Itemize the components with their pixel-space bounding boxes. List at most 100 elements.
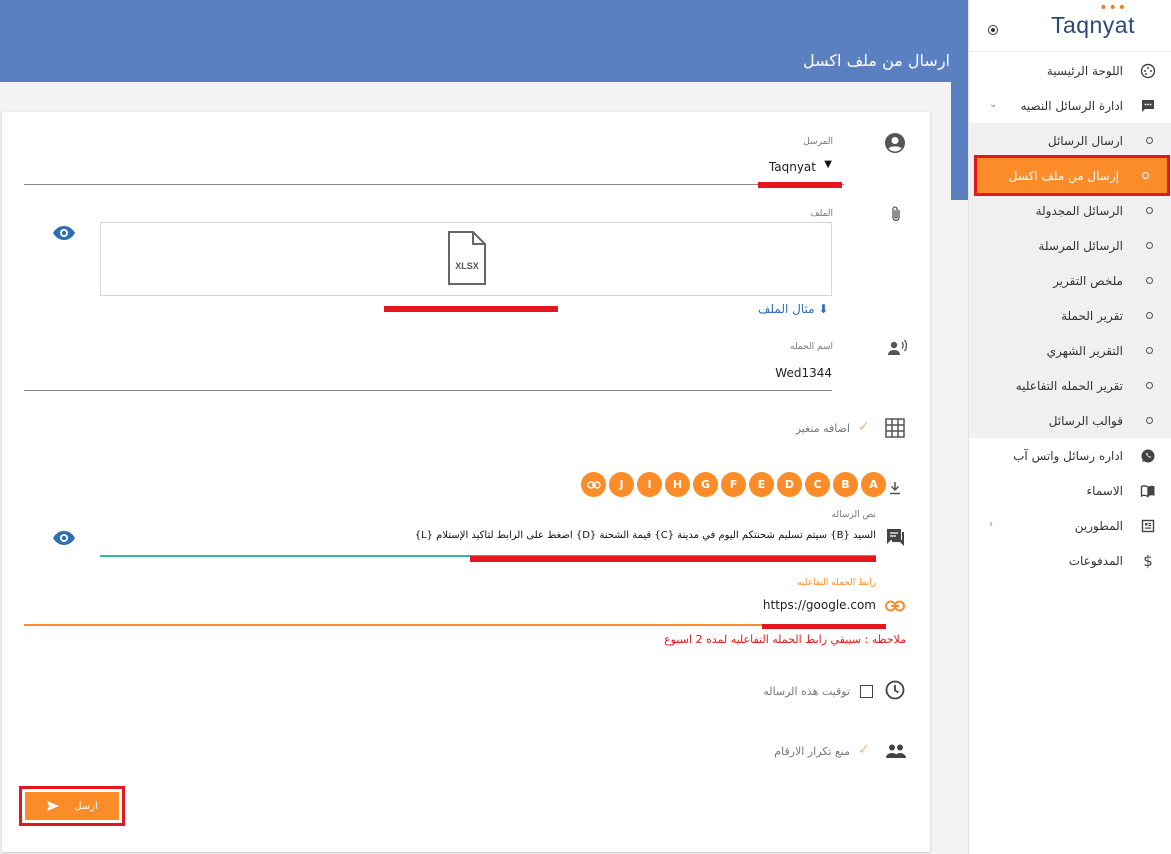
xlsx-file-icon	[448, 231, 486, 285]
submenu-item-interactive-report[interactable]: تقرير الحمله التفاعليه	[969, 368, 1171, 403]
variable-tag[interactable]: A	[861, 472, 886, 497]
eye-icon[interactable]	[51, 224, 77, 242]
eye-icon[interactable]	[51, 529, 77, 547]
highlight-bar	[384, 306, 558, 312]
bullet-icon	[1146, 347, 1153, 354]
header-strip	[951, 0, 968, 200]
send-button[interactable]: ارسل	[19, 786, 125, 826]
submenu-item-send-messages[interactable]: ارسال الرسائل	[969, 123, 1171, 158]
sidebar: ••• Taqnyat اللوحة الرئيسية ⌄ ادارة الرس…	[968, 0, 1171, 854]
link-underline	[24, 624, 876, 626]
add-variable-label: اضافه متغير	[795, 422, 850, 435]
highlight-bar	[758, 182, 842, 188]
file-dropzone[interactable]: XLSX	[100, 222, 832, 296]
tag-label: J	[619, 478, 624, 491]
submenu-item-label: إرسال من ملف اكسل	[1008, 168, 1119, 183]
sidebar-item-dashboard[interactable]: اللوحة الرئيسية	[969, 53, 1171, 88]
dollar-icon: $	[1143, 552, 1153, 570]
grid-icon	[884, 417, 906, 439]
sidebar-item-label: المدفوعات	[1068, 553, 1123, 568]
sidebar-item-label: الاسماء	[1086, 483, 1123, 498]
tag-label: B	[841, 478, 850, 491]
variable-tag[interactable]: I	[637, 472, 662, 497]
submenu-item-send-from-excel[interactable]: إرسال من ملف اكسل	[974, 155, 1170, 196]
tag-label: H	[672, 478, 683, 491]
paperclip-icon	[888, 204, 904, 224]
sidebar-item-label: اللوحة الرئيسية	[1046, 63, 1123, 78]
sidebar-item-sms[interactable]: ⌄ ادارة الرسائل النصيه	[969, 88, 1171, 123]
bullet-icon	[1146, 207, 1153, 214]
check-icon[interactable]: ✓	[858, 419, 870, 435]
highlight-bar	[470, 556, 876, 562]
whatsapp-icon	[1139, 447, 1157, 465]
dashboard-icon	[1139, 62, 1157, 80]
tag-label: D	[784, 478, 795, 491]
send-label: ارسل	[74, 800, 98, 812]
sidebar-toggle-icon[interactable]	[988, 25, 998, 35]
tag-label: I	[647, 478, 652, 491]
variable-tag[interactable]: H	[665, 472, 690, 497]
sidebar-item-developers[interactable]: ‹ المطورين	[969, 508, 1171, 543]
submenu-item-label: تقرير الحملة	[1061, 308, 1123, 323]
sms-icon	[1139, 97, 1157, 115]
file-label: الملف	[810, 209, 833, 219]
account-circle-icon	[883, 131, 907, 155]
variable-tag[interactable]: D	[777, 472, 802, 497]
sidebar-item-payments[interactable]: $ المدفوعات	[969, 543, 1171, 578]
sidebar-item-whatsapp[interactable]: اداره رسائل واتس آب	[969, 438, 1171, 473]
submenu-item-campaign-report[interactable]: تقرير الحملة	[969, 298, 1171, 333]
variable-tag[interactable]: J	[609, 472, 634, 497]
download-icon[interactable]	[888, 480, 902, 496]
check-icon[interactable]: ✓	[858, 742, 870, 758]
sidebar-item-label: اداره رسائل واتس آب	[1013, 448, 1123, 463]
page-header: ارسال من ملف اكسل	[0, 0, 968, 82]
schedule-checkbox[interactable]	[860, 685, 873, 698]
logo: Taqnyat	[1050, 12, 1135, 38]
file-example-label: مثال الملف	[758, 302, 815, 316]
submenu-item-templates[interactable]: قوالب الرسائل	[969, 403, 1171, 438]
chevron-left-icon: ‹	[989, 519, 993, 530]
campaign-name-input[interactable]: Wed1344	[775, 366, 832, 380]
voice-person-icon	[886, 338, 908, 358]
submenu-item-label: التقرير الشهري	[1046, 343, 1123, 358]
download-icon: ⬇	[818, 302, 829, 316]
bullet-icon	[1142, 172, 1149, 179]
submenu-item-sent[interactable]: الرسائل المرسلة	[969, 228, 1171, 263]
campaign-name-label: اسم الحمله	[790, 342, 833, 352]
chat-icon	[884, 526, 906, 548]
interactive-link-label: رابط الحمله التفاعليه	[797, 578, 876, 588]
tag-label: E	[757, 478, 766, 491]
link-icon	[586, 480, 601, 489]
submenu-item-report-summary[interactable]: ملخص التقرير	[969, 263, 1171, 298]
file-example-link[interactable]: مثال الملف ⬇	[758, 302, 828, 316]
submenu-item-label: قوالب الرسائل	[1048, 413, 1123, 428]
logo-area: ••• Taqnyat	[969, 0, 1171, 52]
submenu-item-scheduled[interactable]: الرسائل المجدولة	[969, 193, 1171, 228]
bullet-icon	[1146, 417, 1153, 424]
sidebar-item-contacts[interactable]: الاسماء	[969, 473, 1171, 508]
sender-select[interactable]: Taqnyat	[769, 160, 816, 174]
variable-tag[interactable]: F	[721, 472, 746, 497]
page-title: ارسال من ملف اكسل	[803, 51, 950, 70]
variable-tag[interactable]: G	[693, 472, 718, 497]
tag-label: F	[729, 478, 738, 491]
variable-tag[interactable]: E	[749, 472, 774, 497]
clock-icon	[884, 679, 906, 701]
form-card: المرسل ▼ Taqnyat الملف XLSX مثال الملف ⬇	[2, 112, 930, 852]
group-icon	[884, 742, 908, 760]
logo-dots-icon: •••	[1099, 0, 1127, 16]
campaign-underline	[24, 390, 832, 391]
schedule-label: توقيت هذه الرساله	[763, 685, 850, 698]
highlight-bar	[762, 624, 886, 629]
sidebar-item-label: المطورين	[1074, 518, 1123, 533]
interactive-link-input[interactable]: https://google.com	[763, 598, 876, 612]
message-textarea[interactable]: السيد {B} سيتم تسليم شحنتكم اليوم في مدي…	[415, 530, 876, 541]
contacts-book-icon	[1139, 482, 1157, 500]
variable-tag[interactable]: C	[805, 472, 830, 497]
link-tag[interactable]	[581, 472, 606, 497]
submenu-item-label: الرسائل المجدولة	[1035, 203, 1123, 218]
bullet-icon	[1146, 137, 1153, 144]
bullet-icon	[1146, 312, 1153, 319]
variable-tag[interactable]: B	[833, 472, 858, 497]
submenu-item-monthly-report[interactable]: التقرير الشهري	[969, 333, 1171, 368]
